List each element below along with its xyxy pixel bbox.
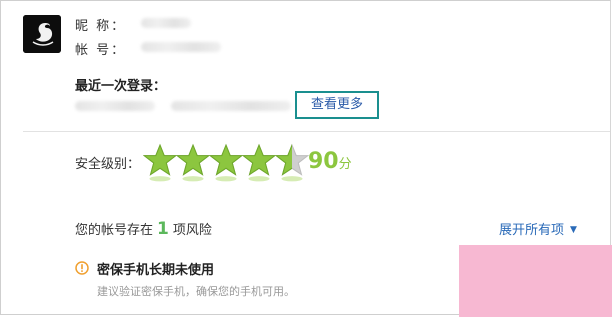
login-info-blurred-1: [75, 101, 155, 111]
divider: [23, 131, 610, 132]
security-level-label: 安全级别：: [75, 157, 141, 172]
warning-icon: [75, 261, 89, 275]
view-more-button[interactable]: 查看更多: [295, 91, 379, 119]
account-panel: 昵 称： 帐 号： 最近一次登录： 查看更多 安全级别： 90分 您的帐号存在 1…: [0, 0, 612, 317]
expand-all-label: 展开所有项: [499, 223, 565, 238]
account-label: 帐 号：: [75, 43, 127, 58]
risk-item-title: 密保手机长期未使用: [97, 263, 215, 278]
risk-count: 1: [157, 219, 169, 239]
star-icon: [143, 143, 177, 182]
risk-item-desc: 建议验证密保手机，确保您的手机可用。: [97, 285, 295, 298]
risk-suffix: 项风险: [172, 223, 212, 238]
login-info-blurred-2: [171, 101, 291, 111]
star-icon: [209, 143, 243, 182]
star-icon: [275, 143, 309, 182]
star-icon: [242, 143, 276, 182]
nickname-row: 昵 称：: [75, 15, 127, 34]
pink-overlay-block: [459, 245, 612, 317]
last-login-title: 最近一次登录：: [75, 79, 167, 94]
swan-logo-icon: [23, 15, 61, 53]
nickname-value-blurred: [141, 18, 191, 28]
risk-summary: 您的帐号存在 1 项风险: [75, 219, 212, 239]
account-value-blurred: [141, 42, 221, 52]
score-unit: 分: [338, 157, 352, 172]
star-icon: [176, 143, 210, 182]
nickname-label: 昵 称：: [75, 19, 127, 34]
score-number: 90: [308, 149, 339, 174]
avatar[interactable]: [23, 15, 61, 53]
risk-prefix: 您的帐号存在: [75, 223, 154, 238]
caret-down-icon: ▼: [570, 225, 577, 235]
security-score: 90分: [308, 149, 352, 174]
account-row: 帐 号：: [75, 39, 127, 58]
expand-all-link[interactable]: 展开所有项 ▼: [499, 219, 577, 238]
